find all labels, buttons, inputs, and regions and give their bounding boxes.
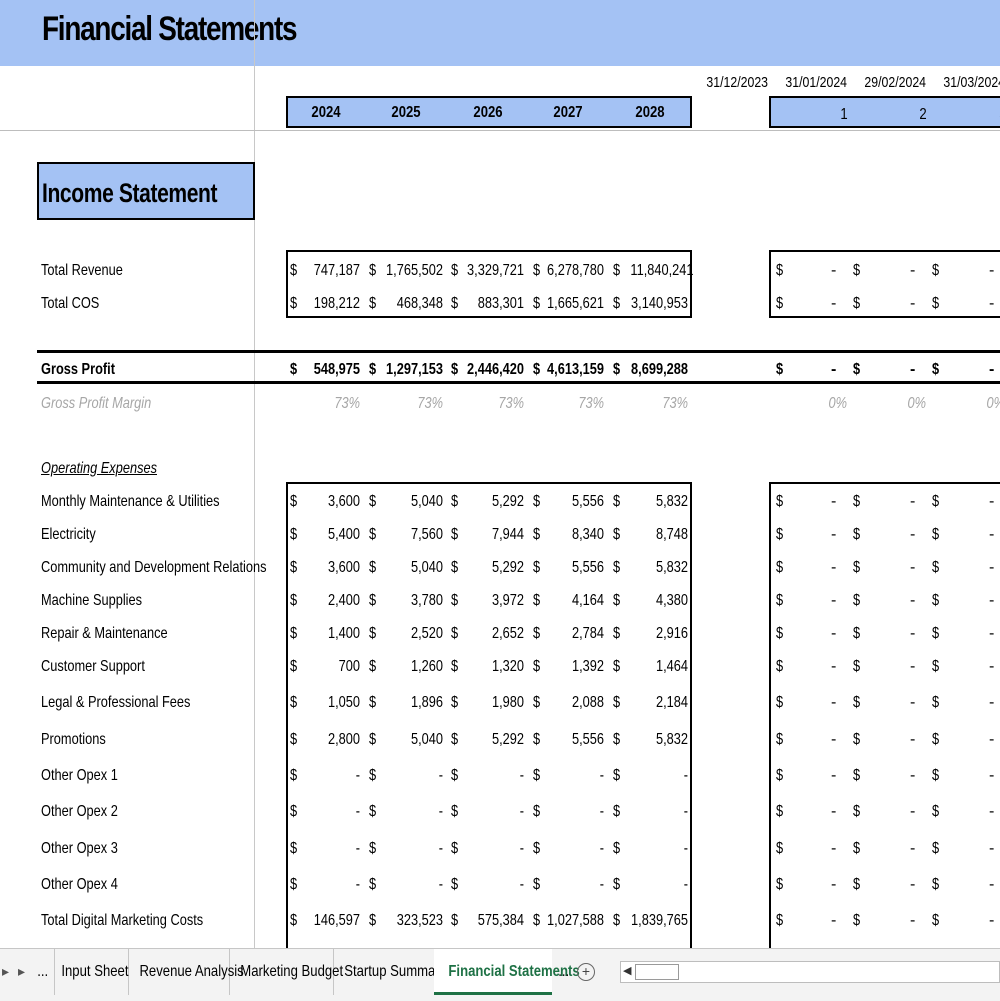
column-divider [254, 0, 255, 948]
tab-financial-statements[interactable]: Financial Statements [434, 949, 580, 995]
tab-overflow-left[interactable]: ... [32, 949, 55, 995]
row-label: Legal & Professional Fees [41, 694, 191, 711]
gross-profit-bottom-border [37, 381, 1000, 384]
value-cell: 8,699,288 [631, 361, 688, 378]
month-date-label: 31/12/2023 [706, 74, 768, 91]
row-label: Total COS [41, 295, 100, 312]
opex-monthly-border [769, 482, 1000, 948]
page-title: Financial Statements [42, 10, 298, 48]
revenue-monthly-border [769, 250, 1000, 318]
revenue-annual-border [286, 250, 692, 318]
month-date-label: 31/01/2024 [785, 74, 847, 91]
row-label: Total Digital Marketing Costs [41, 912, 204, 929]
year-label: 2027 [553, 104, 583, 121]
monthly-period-header [769, 96, 1000, 128]
row-label: Gross Profit Margin [41, 395, 152, 412]
value-cell: 2,446,420 [467, 361, 524, 378]
value-cell: - [831, 361, 837, 378]
row-label: Electricity [41, 526, 96, 543]
month-date-label: 29/02/2024 [864, 74, 926, 91]
row-label: Customer Support [41, 658, 145, 675]
tab-overflow-right[interactable]: ... [553, 949, 575, 995]
row-label: Total Revenue [41, 262, 123, 279]
year-label: 2024 [311, 104, 341, 121]
value-cell: - [910, 361, 916, 378]
month-date-label: 31/03/2024 [943, 74, 1000, 91]
row-label: Machine Supplies [41, 592, 143, 609]
row-label: Other Opex 4 [41, 876, 118, 893]
scroll-next-tab-icon[interactable]: ▸ [18, 963, 25, 980]
row-label: Community and Development Relations [41, 559, 267, 576]
row-label: Other Opex 2 [41, 803, 118, 820]
tab-startup-summary[interactable]: Startup Summary [333, 949, 446, 995]
percent-cell: 73% [334, 395, 360, 412]
percent-cell: 73% [662, 395, 688, 412]
period-number-label: 1 [840, 106, 848, 123]
currency-symbol: $ [290, 361, 298, 378]
row-label: Monthly Maintenance & Utilities [41, 493, 220, 510]
currency-symbol: $ [776, 361, 784, 378]
row-label: Other Opex 1 [41, 767, 118, 784]
income-statement-title: Income Statement [42, 178, 218, 208]
value-cell: 548,975 [313, 361, 360, 378]
gross-profit-top-border [37, 350, 1000, 353]
row-label: Other Opex 3 [41, 840, 118, 857]
spreadsheet-grid[interactable]: Financial Statements Income Statement 20… [0, 0, 1000, 948]
scroll-left-arrow-icon[interactable]: ◀ [623, 964, 631, 977]
row-label: Gross Profit [41, 361, 115, 378]
value-cell: - [989, 361, 995, 378]
currency-symbol: $ [533, 361, 541, 378]
year-label: 2028 [635, 104, 665, 121]
currency-symbol: $ [451, 361, 459, 378]
period-number-label: 2 [919, 106, 927, 123]
value-cell: 1,297,153 [386, 361, 443, 378]
currency-symbol: $ [369, 361, 377, 378]
horizontal-scrollbar[interactable]: ◀ [620, 961, 1000, 983]
percent-cell: 0% [986, 395, 1000, 412]
year-label: 2026 [473, 104, 503, 121]
row-label: Promotions [41, 731, 106, 748]
currency-symbol: $ [613, 361, 621, 378]
percent-cell: 73% [417, 395, 443, 412]
currency-symbol: $ [932, 361, 940, 378]
percent-cell: 73% [578, 395, 604, 412]
scrollbar-thumb[interactable] [635, 964, 679, 980]
value-cell: 4,613,159 [547, 361, 604, 378]
percent-cell: 73% [498, 395, 524, 412]
row-label: Repair & Maintenance [41, 625, 168, 642]
tab-revenue-analysis[interactable]: Revenue Analysis [128, 949, 244, 995]
currency-symbol: $ [853, 361, 861, 378]
scroll-first-tab-icon[interactable]: ▸ [2, 963, 9, 980]
income-statement-header: Income Statement [37, 162, 255, 220]
year-label: 2025 [391, 104, 421, 121]
percent-cell: 0% [907, 395, 927, 412]
percent-cell: 0% [828, 395, 848, 412]
period-number-label: 3 [991, 106, 1000, 124]
tab-input-sheet[interactable]: Input Sheet [54, 949, 129, 995]
add-sheet-icon[interactable]: + [577, 963, 595, 981]
opex-annual-border [286, 482, 692, 948]
tab-marketing-budget[interactable]: Marketing Budget [229, 949, 343, 995]
opex-heading: Operating Expenses [41, 460, 157, 477]
row-divider [0, 130, 1000, 131]
